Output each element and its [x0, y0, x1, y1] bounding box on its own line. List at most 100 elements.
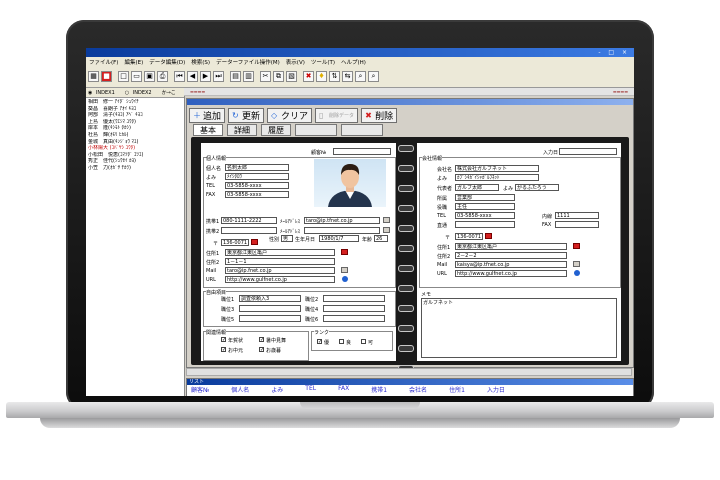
list-item[interactable]: 上島 優太(ｳｴｼﾏ ﾕｳﾀ): [88, 119, 184, 126]
list-col-header[interactable]: よみ: [271, 385, 283, 394]
menu-file[interactable]: ファイル(F): [86, 58, 121, 66]
mail-address1-field[interactable]: taro@ip.tfnet.co.jp: [304, 217, 380, 224]
extension-field[interactable]: 1111: [555, 212, 599, 219]
list-item[interactable]: 金城 真由(ｷﾝｼﾞｮｳ ﾏﾕ): [88, 139, 184, 146]
memo-textarea[interactable]: ガルフネット: [421, 298, 617, 358]
cards-icon[interactable]: ▦: [88, 71, 99, 82]
print-icon[interactable]: ⎙: [157, 71, 168, 82]
direct-line-field[interactable]: [455, 221, 515, 228]
list-item-selected[interactable]: 小林陽大 (ｺﾊﾞﾔｼ ﾕｳﾀ): [88, 145, 184, 152]
company-fax-field[interactable]: [555, 221, 599, 228]
window-controls[interactable]: - □ ×: [598, 49, 630, 56]
index1-radio[interactable]: ◉ INDEX1: [86, 90, 119, 96]
cut-icon[interactable]: ✂: [260, 71, 271, 82]
mail-send-icon[interactable]: [341, 267, 348, 273]
rank-ryo-checkbox[interactable]: [339, 339, 344, 344]
prev-record-icon[interactable]: ◀: [187, 71, 198, 82]
new-file-icon[interactable]: □: [118, 71, 129, 82]
tab-history[interactable]: 履歴: [261, 124, 291, 136]
menu-view[interactable]: 表示(V): [283, 58, 308, 66]
company-name-field[interactable]: 株式会社ガルフネット: [455, 165, 539, 172]
map-icon[interactable]: [573, 243, 580, 249]
lamp-icon[interactable]: ♦: [316, 71, 327, 82]
mail-compose-icon[interactable]: [383, 227, 390, 233]
name-field[interactable]: 名刺太郎: [225, 164, 289, 171]
zip-lookup-icon[interactable]: [485, 233, 492, 239]
menu-data-edit[interactable]: データ編集(D): [146, 58, 188, 66]
add-button[interactable]: ＋追加: [189, 108, 226, 123]
next-record-icon[interactable]: ▶: [200, 71, 211, 82]
zip-lookup-icon[interactable]: [251, 239, 258, 245]
address2-field[interactable]: 1－1－1: [225, 258, 335, 265]
list-item[interactable]: 岸本 隆(ｷｼﾓﾄ ﾀｶｼ): [88, 125, 184, 132]
horizontal-scrollbar[interactable]: [186, 368, 632, 376]
kana-range-tab[interactable]: か→こ: [160, 89, 176, 96]
tab-detail[interactable]: 詳細: [227, 124, 257, 136]
mail-send-icon[interactable]: [573, 261, 580, 267]
menu-edit[interactable]: 編集(E): [121, 58, 146, 66]
avatar[interactable]: [314, 159, 386, 207]
free-item1-field[interactable]: 調査依頼入3: [239, 295, 301, 302]
list-item[interactable]: 小松田 悦恵(ｺﾏﾂﾀﾞ ｴﾂｴ): [88, 152, 184, 159]
input-date-field[interactable]: [559, 148, 617, 155]
menu-help[interactable]: ヘルプ(H): [338, 58, 369, 66]
copy-icon[interactable]: ⧉: [273, 71, 284, 82]
company-yomi-field[interactable]: ｶﾌﾞｼｷｶﾞｲｼｬｶﾞﾙﾌﾈｯﾄ: [455, 174, 539, 181]
deleted-data-button[interactable]: ▯ 削除データ: [315, 108, 359, 123]
book-view-icon[interactable]: ▥: [243, 71, 254, 82]
zip-field[interactable]: 136-0071: [221, 239, 249, 246]
mail-field[interactable]: taro@ip.fnet.co.jp: [225, 267, 335, 274]
rank-ka-checkbox[interactable]: [361, 339, 366, 344]
birthday-field[interactable]: 1980/1/7: [319, 235, 359, 242]
map-icon[interactable]: [341, 249, 348, 255]
sort-icon[interactable]: ⇅: [329, 71, 340, 82]
red-book-icon[interactable]: ■: [101, 71, 112, 82]
address1-field[interactable]: 東京都江東区亀戸: [225, 249, 335, 256]
menu-tools[interactable]: ツール(T): [308, 58, 338, 66]
save-icon[interactable]: ▣: [144, 71, 155, 82]
free-item5-field[interactable]: [239, 315, 301, 322]
job-title-field[interactable]: 主任: [455, 203, 515, 210]
list-item[interactable]: 相田 修一 ｱｲﾀﾞ ｼｭｳｲﾁ: [88, 99, 184, 106]
replace-icon[interactable]: ⇆: [342, 71, 353, 82]
tel-field[interactable]: 03-5858-xxxx: [225, 182, 289, 189]
menu-data-file[interactable]: データーファイル操作(M): [213, 58, 283, 66]
list-col-header[interactable]: 会社名: [409, 385, 427, 394]
company-address2-field[interactable]: 2－2－2: [455, 252, 567, 259]
checkbox-shochu[interactable]: ✓: [259, 337, 264, 343]
delete-x-icon[interactable]: ✖: [303, 71, 314, 82]
company-address1-field[interactable]: 東京都江東区亀戸: [455, 243, 567, 250]
tab-empty-1[interactable]: [295, 124, 337, 136]
index2-radio[interactable]: ○ INDEX2: [123, 90, 156, 96]
representative-yomi-field[interactable]: がるふたろう: [515, 184, 559, 191]
paste-icon[interactable]: ▧: [286, 71, 297, 82]
search-next-icon[interactable]: ⌕: [368, 71, 379, 82]
mail-compose-icon[interactable]: [383, 217, 390, 223]
company-mail-field[interactable]: kaisya@ip.tfnet.co.jp: [455, 261, 567, 268]
list-col-header[interactable]: 住所1: [449, 385, 465, 394]
yomi-field[interactable]: ﾒｲｼﾀﾛｳ: [225, 173, 289, 180]
list-item[interactable]: 小笠 力(ｵｶﾞｻ ﾁｶﾗ): [88, 165, 184, 172]
browser-globe-icon[interactable]: [574, 270, 580, 276]
checkbox-ochugen[interactable]: ✓: [221, 347, 226, 353]
tab-basic[interactable]: 基本: [193, 124, 223, 136]
list-col-header[interactable]: 個人名: [231, 385, 249, 394]
list-item[interactable]: 秀正 佳代(ｼｭｳｾｲ ｶﾖ): [88, 158, 184, 165]
free-item4-field[interactable]: [323, 305, 385, 312]
rank-yu-checkbox[interactable]: ✓: [317, 339, 322, 345]
search-icon[interactable]: ⌕: [355, 71, 366, 82]
menu-search[interactable]: 検索(S): [188, 58, 213, 66]
browser-globe-icon[interactable]: [342, 276, 348, 282]
mobile1-field[interactable]: 080-1111-2222: [221, 217, 277, 224]
list-col-header[interactable]: 入力日: [487, 385, 505, 394]
clear-button[interactable]: ◇ クリア: [267, 108, 313, 123]
free-item6-field[interactable]: [323, 315, 385, 322]
tab-empty-2[interactable]: [341, 124, 383, 136]
list-col-header[interactable]: TEL: [305, 385, 316, 394]
representative-field[interactable]: ガルフ太郎: [455, 184, 499, 191]
fax-field[interactable]: 03-5858-xxxx: [225, 191, 289, 198]
company-url-field[interactable]: http://www.gulfnet.co.jp: [455, 270, 567, 277]
checkbox-nengajo[interactable]: ✓: [221, 337, 226, 343]
first-record-icon[interactable]: ⏮: [174, 71, 185, 82]
list-item[interactable]: 杜島 輝(ｵﾓﾘ ﾋｶﾙ): [88, 132, 184, 139]
